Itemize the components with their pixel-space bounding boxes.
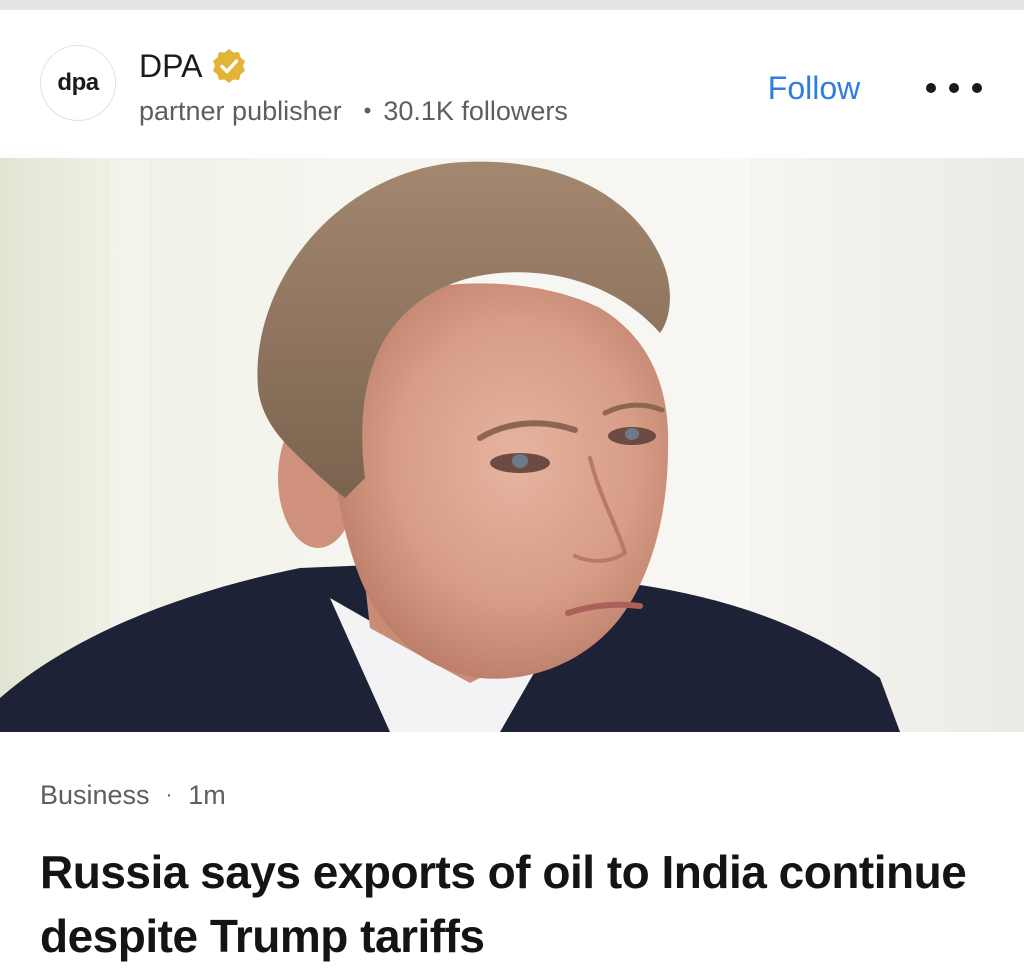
follower-count: 30.1K followers [383, 95, 568, 126]
publisher-meta: partner publisher • 30.1K followers [139, 94, 568, 128]
verified-badge-icon [210, 47, 248, 85]
more-horizontal-icon [926, 83, 936, 93]
article-headline[interactable]: Russia says exports of oil to India cont… [40, 840, 1000, 968]
more-options-button[interactable] [926, 74, 982, 102]
article-time: 1m [188, 779, 226, 810]
publisher-logo-text: dpa [57, 69, 99, 96]
follow-button[interactable]: Follow [756, 68, 872, 108]
article-meta: Business · 1m [40, 777, 226, 813]
publisher-avatar[interactable]: dpa [40, 45, 116, 121]
publisher-name-row: DPA [139, 46, 248, 86]
meta-separator: · [165, 783, 173, 806]
publisher-header: dpa DPA partner publisher • 30.1K follow… [0, 10, 1024, 158]
article-category[interactable]: Business [40, 780, 150, 811]
top-divider [0, 0, 1024, 10]
publisher-type: partner publisher [139, 95, 342, 126]
news-photo [0, 158, 1024, 732]
publisher-name[interactable]: DPA [139, 48, 202, 85]
meta-separator: • [363, 98, 372, 123]
article-hero-image[interactable] [0, 158, 1024, 732]
